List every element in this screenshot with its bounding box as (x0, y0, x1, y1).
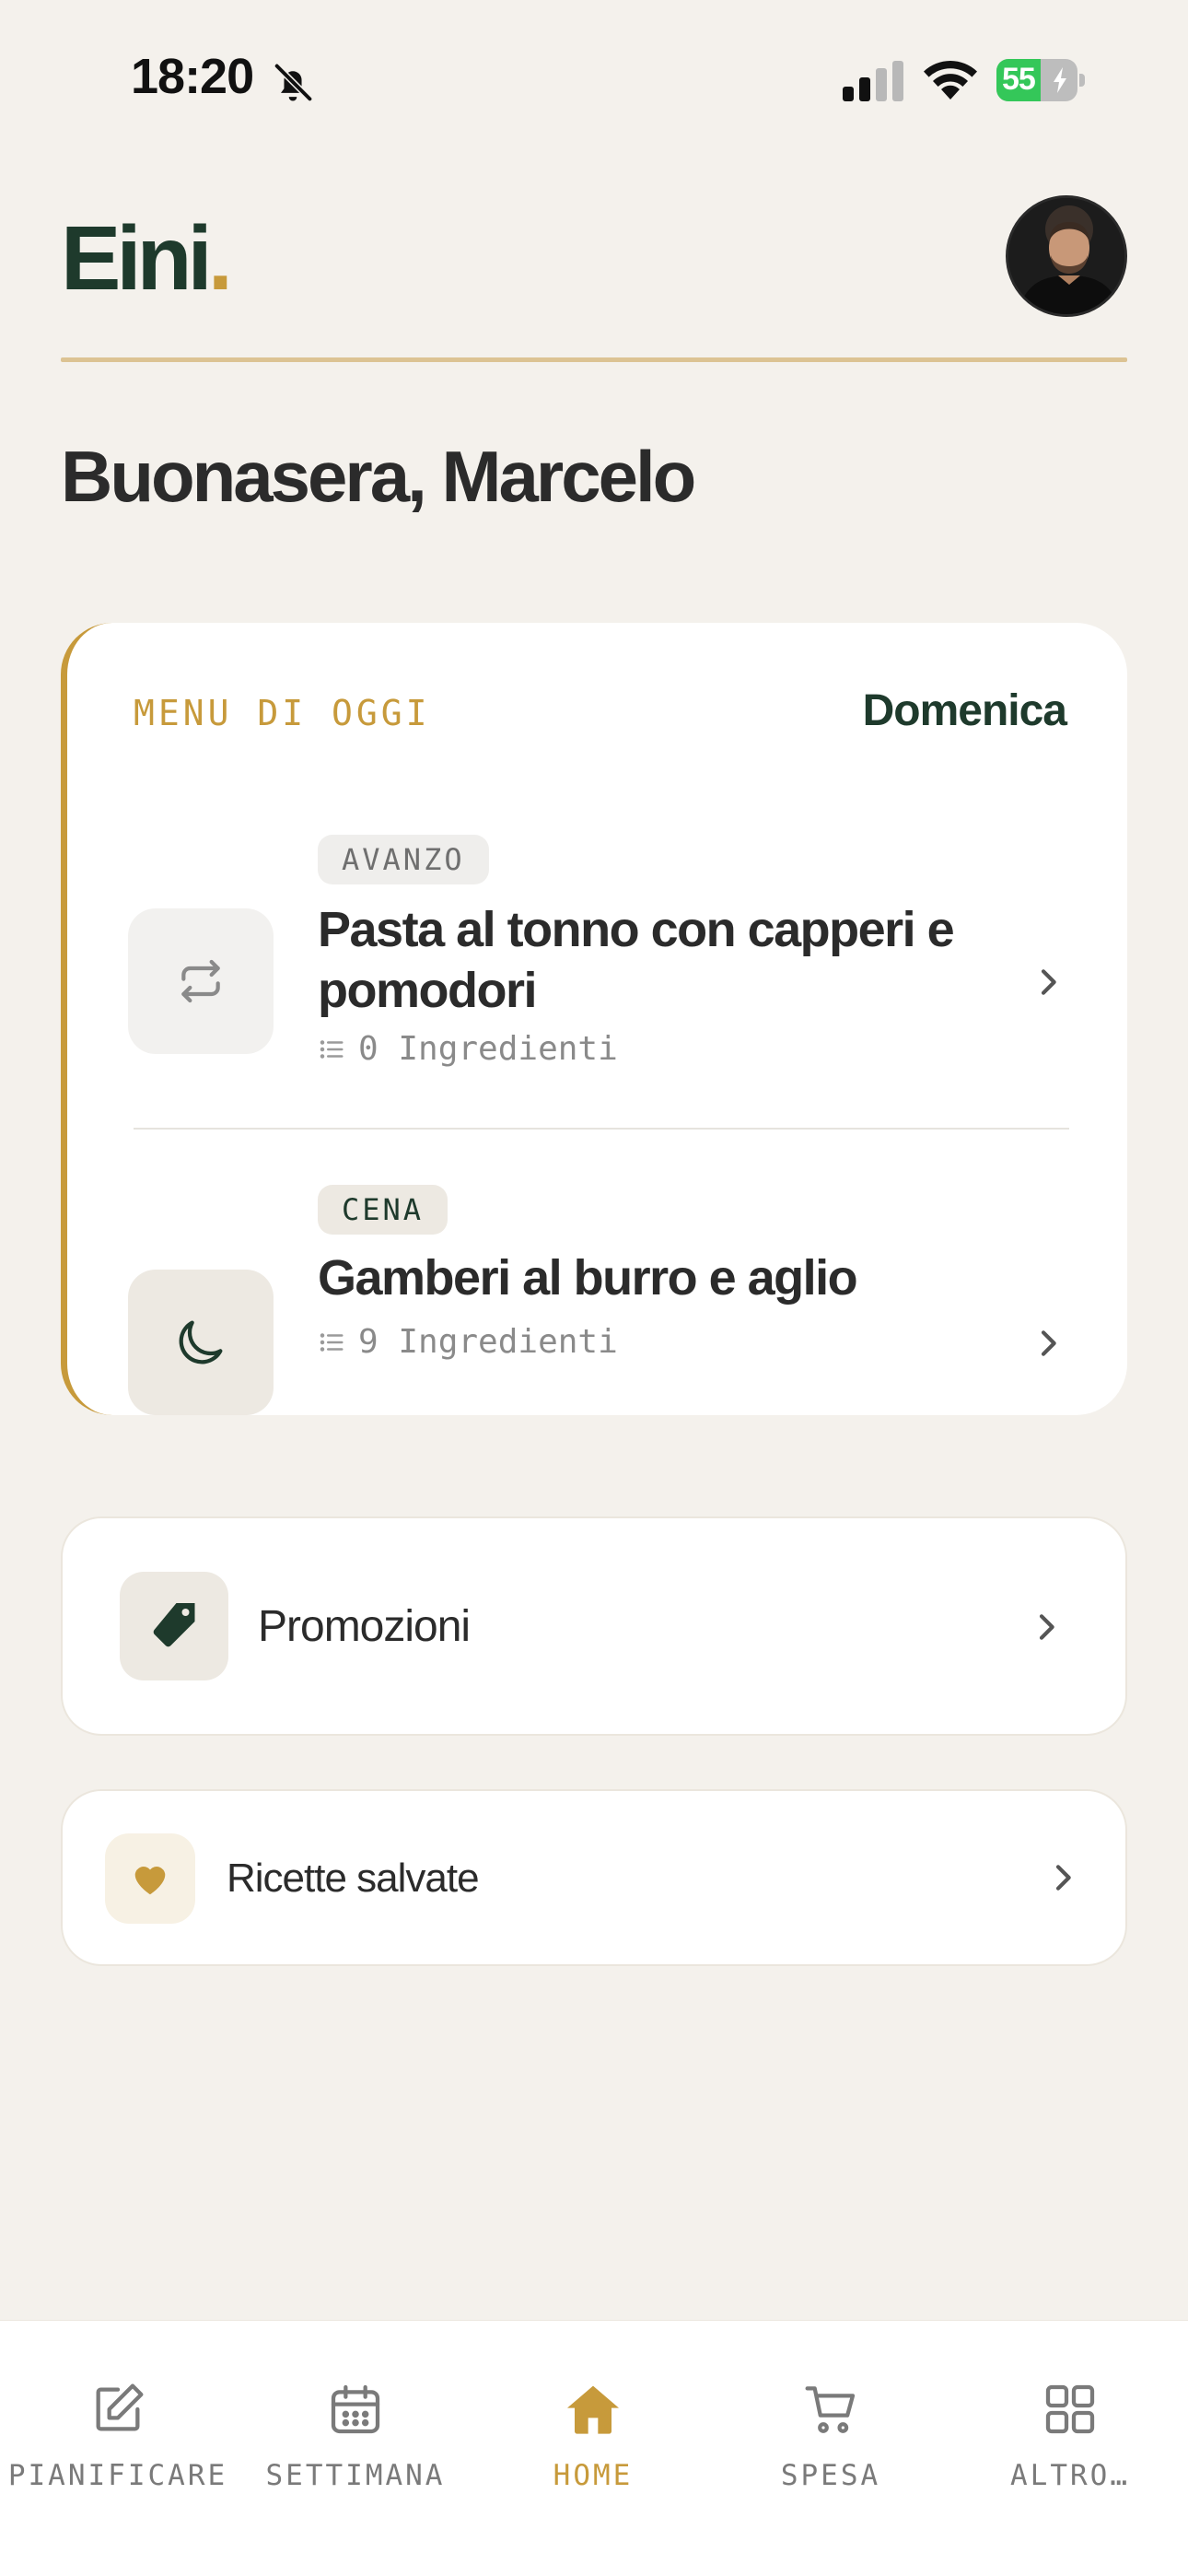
meal-icon-box (128, 1270, 274, 1415)
tab-pianificare[interactable]: PIANIFICARE (0, 2358, 238, 2505)
status-time: 18:20 (131, 49, 254, 104)
list-icon (320, 1332, 344, 1352)
list-icon (320, 1039, 344, 1059)
tab-label: SETTIMANA (265, 2459, 446, 2492)
cellular-signal-icon (843, 61, 903, 101)
tab-altro[interactable]: ALTRO… (950, 2358, 1188, 2505)
edit-icon (96, 2383, 144, 2431)
bell-off-icon (274, 64, 312, 101)
meal-title: Gamberi al burro e aglio (318, 1250, 858, 1306)
saved-recipes-icon-box (105, 1833, 195, 1924)
chevron-right-icon (1041, 969, 1056, 995)
greeting-heading: Buonasera, Marcelo (61, 436, 696, 517)
chevron-right-icon (1041, 1330, 1056, 1356)
heart-icon (134, 1867, 166, 1895)
chevron-right-icon (1055, 1865, 1071, 1891)
user-avatar[interactable] (1006, 195, 1127, 317)
meal-row-dinner[interactable]: CENA Gamberi al burro e aglio 9 Ingredie… (67, 1185, 1127, 1415)
charging-bolt-icon (1054, 67, 1066, 93)
chevron-right-icon (1039, 1614, 1054, 1640)
home-icon (567, 2385, 619, 2434)
ingredients-count: 9 Ingredienti (358, 1323, 618, 1361)
avatar-photo (1008, 198, 1124, 314)
meal-ingredients: 0 Ingredienti (318, 1030, 618, 1068)
meal-ingredients: 9 Ingredienti (318, 1323, 618, 1361)
tab-settimana[interactable]: SETTIMANA (236, 2358, 475, 2505)
battery-indicator: 55 (996, 59, 1085, 101)
tab-label: PIANIFICARE (7, 2459, 228, 2492)
status-bar: 18:20 55 (0, 0, 1188, 157)
tab-spesa[interactable]: SPESA (711, 2358, 950, 2505)
moon-icon (179, 1320, 223, 1364)
saved-recipes-card[interactable]: Ricette salvate (61, 1789, 1127, 1966)
promotions-label: Promozioni (258, 1602, 471, 1651)
header-divider (61, 357, 1127, 362)
tab-label: HOME (553, 2459, 634, 2492)
tag-icon (153, 1603, 195, 1647)
meal-row-leftover[interactable]: AVANZO Pasta al tonno con capperi e pomo… (67, 835, 1127, 1111)
battery-level: 55 (1002, 62, 1036, 97)
tab-label: SPESA (780, 2459, 881, 2492)
repeat-icon (181, 959, 220, 1003)
menu-day: Domenica (862, 686, 1067, 735)
grid-icon (1045, 2384, 1095, 2434)
saved-recipes-label: Ricette salvate (227, 1856, 480, 1901)
promotions-card[interactable]: Promozioni (61, 1516, 1127, 1736)
tab-bar: PIANIFICARE SETTIMANA HOME SPESA ALTRO… (0, 2320, 1188, 2576)
tab-home[interactable]: HOME (473, 2358, 713, 2505)
wifi-icon (924, 60, 977, 100)
today-menu-card: MENU DI OGGI Domenica AVANZO Pasta al to… (61, 623, 1127, 1415)
app-logo: Eini. (61, 207, 233, 309)
ingredients-count: 0 Ingredienti (358, 1030, 618, 1068)
calendar-icon (331, 2384, 380, 2434)
promotions-icon-box (120, 1572, 228, 1680)
meal-icon-box (128, 908, 274, 1054)
meal-title: Pasta al tonno con capperi e pomodori (318, 902, 955, 1018)
meal-badge: CENA (318, 1185, 448, 1235)
cart-icon (805, 2386, 856, 2433)
meal-divider (134, 1128, 1069, 1130)
menu-label: MENU DI OGGI (134, 693, 431, 733)
meal-badge: AVANZO (318, 835, 489, 884)
tab-label: ALTRO… (1010, 2459, 1130, 2492)
